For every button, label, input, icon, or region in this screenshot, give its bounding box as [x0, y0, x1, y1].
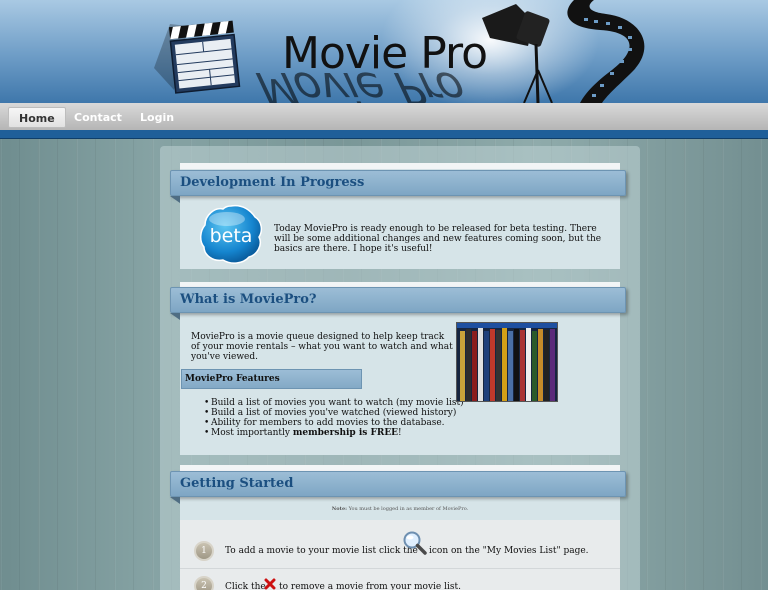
login-note: Note: You must be logged in as member of…	[180, 506, 620, 512]
development-ribbon: Development In Progress	[170, 170, 626, 196]
feature-suffix: !	[398, 428, 402, 438]
step-text-after: to remove a movie from your movie list.	[279, 582, 461, 590]
feature-item: Most importantly membership is FREE!	[204, 428, 464, 438]
ribbon-fold	[170, 196, 180, 203]
main-nav: Home Contact Login	[0, 103, 768, 130]
feature-item: Build a list of movies you want to watch…	[204, 398, 464, 408]
step-divider	[180, 568, 620, 569]
remove-icon[interactable]	[264, 578, 276, 590]
feature-free-highlight: membership is FREE	[292, 428, 399, 438]
nav-accent-bar	[0, 130, 768, 139]
clapperboard-icon	[154, 20, 241, 94]
beta-badge-label: beta	[210, 225, 253, 247]
features-list: Build a list of movies you want to watch…	[204, 398, 464, 438]
nav-contact[interactable]: Contact	[64, 107, 132, 128]
search-icon[interactable]	[402, 530, 428, 556]
step-number: 2	[194, 576, 214, 590]
nav-home[interactable]: Home	[8, 107, 66, 128]
note-text: You must be logged in as member of Movie…	[348, 506, 469, 512]
what-is-text: MoviePro is a movie queue designed to he…	[191, 332, 453, 362]
step-number: 1	[194, 541, 214, 561]
getting-started-ribbon: Getting Started	[170, 471, 626, 497]
feature-item: Ability for members to add movies to the…	[204, 418, 464, 428]
site-header: Movie Pro Movie Pro	[0, 0, 768, 103]
development-title: Development In Progress	[180, 175, 365, 190]
step-text-before: Click the	[225, 582, 266, 590]
ribbon-fold	[170, 497, 180, 504]
step-text-before: To add a movie to your movie list click …	[225, 546, 418, 556]
getting-started-title: Getting Started	[180, 476, 294, 491]
step-text-after: icon on the "My Movies List" page.	[429, 546, 589, 556]
development-text: Today MoviePro is ready enough to be rel…	[274, 224, 602, 254]
note-label: Note:	[331, 506, 347, 512]
ribbon-fold	[170, 313, 180, 320]
movie-collection-image	[456, 322, 558, 402]
feature-item: Build a list of movies you've watched (v…	[204, 408, 464, 418]
beta-badge-icon: beta	[200, 204, 263, 264]
logo-reflection: Movie Pro	[246, 62, 475, 103]
features-heading: MoviePro Features	[181, 369, 362, 389]
nav-login[interactable]: Login	[130, 107, 184, 128]
feature-prefix: Most importantly	[211, 428, 293, 438]
what-is-title: What is MoviePro?	[180, 292, 317, 307]
what-is-ribbon: What is MoviePro?	[170, 287, 626, 313]
film-reel-icon	[567, 0, 645, 103]
